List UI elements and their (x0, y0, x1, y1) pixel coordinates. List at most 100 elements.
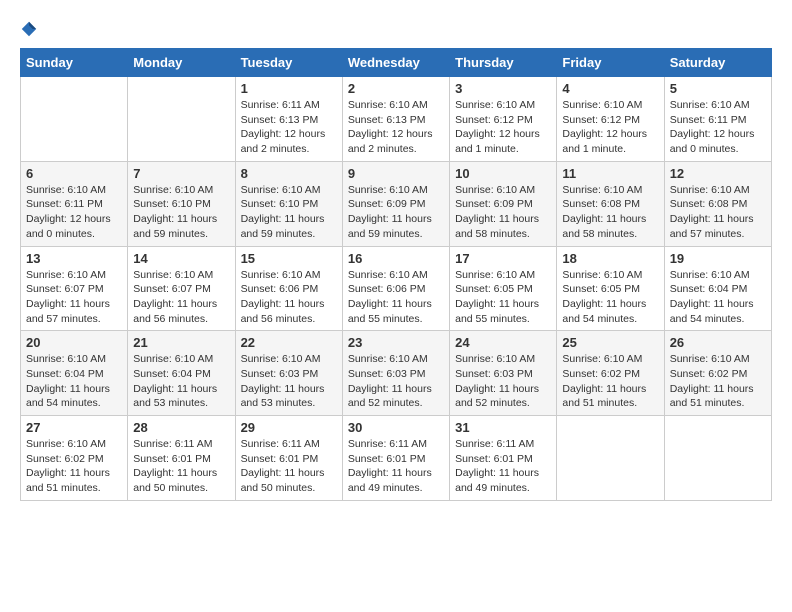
calendar-cell: 16Sunrise: 6:10 AMSunset: 6:06 PMDayligh… (342, 246, 449, 331)
day-number: 10 (455, 166, 551, 181)
day-info: Sunrise: 6:10 AMSunset: 6:06 PMDaylight:… (241, 268, 337, 327)
calendar-cell: 21 Sunrise: 6:10 AMSunset: 6:04 PMDayligh… (128, 331, 235, 416)
day-info: Sunrise: 6:10 AMSunset: 6:03 PMDaylight:… (348, 352, 444, 411)
calendar-cell (557, 416, 664, 501)
column-header-wednesday: Wednesday (342, 49, 449, 77)
day-info: Sunrise: 6:10 AMSunset: 6:02 PMDaylight:… (670, 352, 766, 411)
day-info: Sunrise: 6:10 AMSunset: 6:08 PMDaylight:… (562, 183, 658, 242)
day-number: 20 (26, 335, 122, 350)
calendar-cell: 26 Sunrise: 6:10 AMSunset: 6:02 PMDayligh… (664, 331, 771, 416)
day-number: 23 (348, 335, 444, 350)
day-info: Sunrise: 6:10 AMSunset: 6:03 PMDaylight:… (241, 352, 337, 411)
day-number: 11 (562, 166, 658, 181)
day-number: 2 (348, 81, 444, 96)
calendar-cell: 23 Sunrise: 6:10 AMSunset: 6:03 PMDayligh… (342, 331, 449, 416)
calendar-cell: 7 Sunrise: 6:10 AMSunset: 6:10 PMDaylight… (128, 161, 235, 246)
day-number: 13 (26, 251, 122, 266)
day-number: 29 (241, 420, 337, 435)
day-info: Sunrise: 6:10 AMSunset: 6:04 PMDaylight:… (133, 352, 229, 411)
logo (20, 20, 38, 38)
calendar-cell: 19 Sunrise: 6:10 AMSunset: 6:04 PMDayligh… (664, 246, 771, 331)
day-info: Sunrise: 6:10 AMSunset: 6:05 PMDaylight:… (455, 268, 551, 327)
day-info: Sunrise: 6:10 AMSunset: 6:02 PMDaylight:… (26, 437, 122, 496)
day-number: 25 (562, 335, 658, 350)
calendar-cell: 1Sunrise: 6:11 AMSunset: 6:13 PMDaylight… (235, 77, 342, 162)
day-number: 5 (670, 81, 766, 96)
day-info: Sunrise: 6:11 AMSunset: 6:01 PMDaylight:… (241, 437, 337, 496)
calendar-cell: 17 Sunrise: 6:10 AMSunset: 6:05 PMDayligh… (450, 246, 557, 331)
day-number: 15 (241, 251, 337, 266)
day-info: Sunrise: 6:10 AMSunset: 6:03 PMDaylight:… (455, 352, 551, 411)
day-number: 30 (348, 420, 444, 435)
day-number: 9 (348, 166, 444, 181)
week-row-5: 27 Sunrise: 6:10 AMSunset: 6:02 PMDayligh… (21, 416, 772, 501)
calendar-cell: 15 Sunrise: 6:10 AMSunset: 6:06 PMDayligh… (235, 246, 342, 331)
day-info: Sunrise: 6:10 AMSunset: 6:10 PMDaylight:… (133, 183, 229, 242)
day-number: 26 (670, 335, 766, 350)
calendar-cell: 29 Sunrise: 6:11 AMSunset: 6:01 PMDayligh… (235, 416, 342, 501)
day-info: Sunrise: 6:10 AMSunset: 6:08 PMDaylight:… (670, 183, 766, 242)
day-number: 28 (133, 420, 229, 435)
day-number: 1 (241, 81, 337, 96)
day-number: 19 (670, 251, 766, 266)
day-info: Sunrise: 6:10 AMSunset: 6:02 PMDaylight:… (562, 352, 658, 411)
day-info: Sunrise: 6:11 AMSunset: 6:01 PMDaylight:… (133, 437, 229, 496)
day-number: 6 (26, 166, 122, 181)
calendar-cell: 28 Sunrise: 6:11 AMSunset: 6:01 PMDayligh… (128, 416, 235, 501)
calendar-cell: 18Sunrise: 6:10 AMSunset: 6:05 PMDayligh… (557, 246, 664, 331)
calendar-cell: 31Sunrise: 6:11 AMSunset: 6:01 PMDayligh… (450, 416, 557, 501)
calendar-cell (128, 77, 235, 162)
calendar-cell: 9 Sunrise: 6:10 AMSunset: 6:09 PMDaylight… (342, 161, 449, 246)
calendar-cell: 6Sunrise: 6:10 AMSunset: 6:11 PMDaylight… (21, 161, 128, 246)
calendar-cell: 13Sunrise: 6:10 AMSunset: 6:07 PMDayligh… (21, 246, 128, 331)
calendar-cell: 5Sunrise: 6:10 AMSunset: 6:11 PMDaylight… (664, 77, 771, 162)
day-number: 24 (455, 335, 551, 350)
calendar-cell (21, 77, 128, 162)
day-info: Sunrise: 6:11 AMSunset: 6:01 PMDaylight:… (455, 437, 551, 496)
day-info: Sunrise: 6:10 AMSunset: 6:09 PMDaylight:… (455, 183, 551, 242)
day-number: 18 (562, 251, 658, 266)
week-row-3: 13Sunrise: 6:10 AMSunset: 6:07 PMDayligh… (21, 246, 772, 331)
calendar-cell: 11 Sunrise: 6:10 AMSunset: 6:08 PMDayligh… (557, 161, 664, 246)
calendar-cell: 14Sunrise: 6:10 AMSunset: 6:07 PMDayligh… (128, 246, 235, 331)
day-number: 12 (670, 166, 766, 181)
calendar-cell: 27 Sunrise: 6:10 AMSunset: 6:02 PMDayligh… (21, 416, 128, 501)
page-header (20, 20, 772, 38)
logo-icon (20, 20, 38, 38)
day-number: 17 (455, 251, 551, 266)
day-info: Sunrise: 6:10 AMSunset: 6:12 PMDaylight:… (562, 98, 658, 157)
calendar-cell: 12 Sunrise: 6:10 AMSunset: 6:08 PMDayligh… (664, 161, 771, 246)
column-header-saturday: Saturday (664, 49, 771, 77)
calendar-cell: 8Sunrise: 6:10 AMSunset: 6:10 PMDaylight… (235, 161, 342, 246)
week-row-1: 1Sunrise: 6:11 AMSunset: 6:13 PMDaylight… (21, 77, 772, 162)
calendar-cell: 24 Sunrise: 6:10 AMSunset: 6:03 PMDayligh… (450, 331, 557, 416)
day-info: Sunrise: 6:10 AMSunset: 6:12 PMDaylight:… (455, 98, 551, 157)
day-number: 22 (241, 335, 337, 350)
calendar-cell (664, 416, 771, 501)
day-number: 27 (26, 420, 122, 435)
calendar-table: SundayMondayTuesdayWednesdayThursdayFrid… (20, 48, 772, 501)
day-number: 7 (133, 166, 229, 181)
day-info: Sunrise: 6:11 AMSunset: 6:01 PMDaylight:… (348, 437, 444, 496)
calendar-cell: 30 Sunrise: 6:11 AMSunset: 6:01 PMDayligh… (342, 416, 449, 501)
column-header-friday: Friday (557, 49, 664, 77)
week-row-2: 6Sunrise: 6:10 AMSunset: 6:11 PMDaylight… (21, 161, 772, 246)
calendar-cell: 20 Sunrise: 6:10 AMSunset: 6:04 PMDayligh… (21, 331, 128, 416)
day-info: Sunrise: 6:10 AMSunset: 6:09 PMDaylight:… (348, 183, 444, 242)
calendar-cell: 22 Sunrise: 6:10 AMSunset: 6:03 PMDayligh… (235, 331, 342, 416)
column-header-thursday: Thursday (450, 49, 557, 77)
column-header-monday: Monday (128, 49, 235, 77)
day-number: 16 (348, 251, 444, 266)
day-info: Sunrise: 6:10 AMSunset: 6:04 PMDaylight:… (26, 352, 122, 411)
header-row: SundayMondayTuesdayWednesdayThursdayFrid… (21, 49, 772, 77)
calendar-cell: 4 Sunrise: 6:10 AMSunset: 6:12 PMDaylight… (557, 77, 664, 162)
day-info: Sunrise: 6:10 AMSunset: 6:04 PMDaylight:… (670, 268, 766, 327)
calendar-cell: 2Sunrise: 6:10 AMSunset: 6:13 PMDaylight… (342, 77, 449, 162)
day-number: 4 (562, 81, 658, 96)
calendar-cell: 25 Sunrise: 6:10 AMSunset: 6:02 PMDayligh… (557, 331, 664, 416)
calendar-cell: 3Sunrise: 6:10 AMSunset: 6:12 PMDaylight… (450, 77, 557, 162)
column-header-sunday: Sunday (21, 49, 128, 77)
column-header-tuesday: Tuesday (235, 49, 342, 77)
calendar-cell: 10 Sunrise: 6:10 AMSunset: 6:09 PMDayligh… (450, 161, 557, 246)
day-number: 21 (133, 335, 229, 350)
